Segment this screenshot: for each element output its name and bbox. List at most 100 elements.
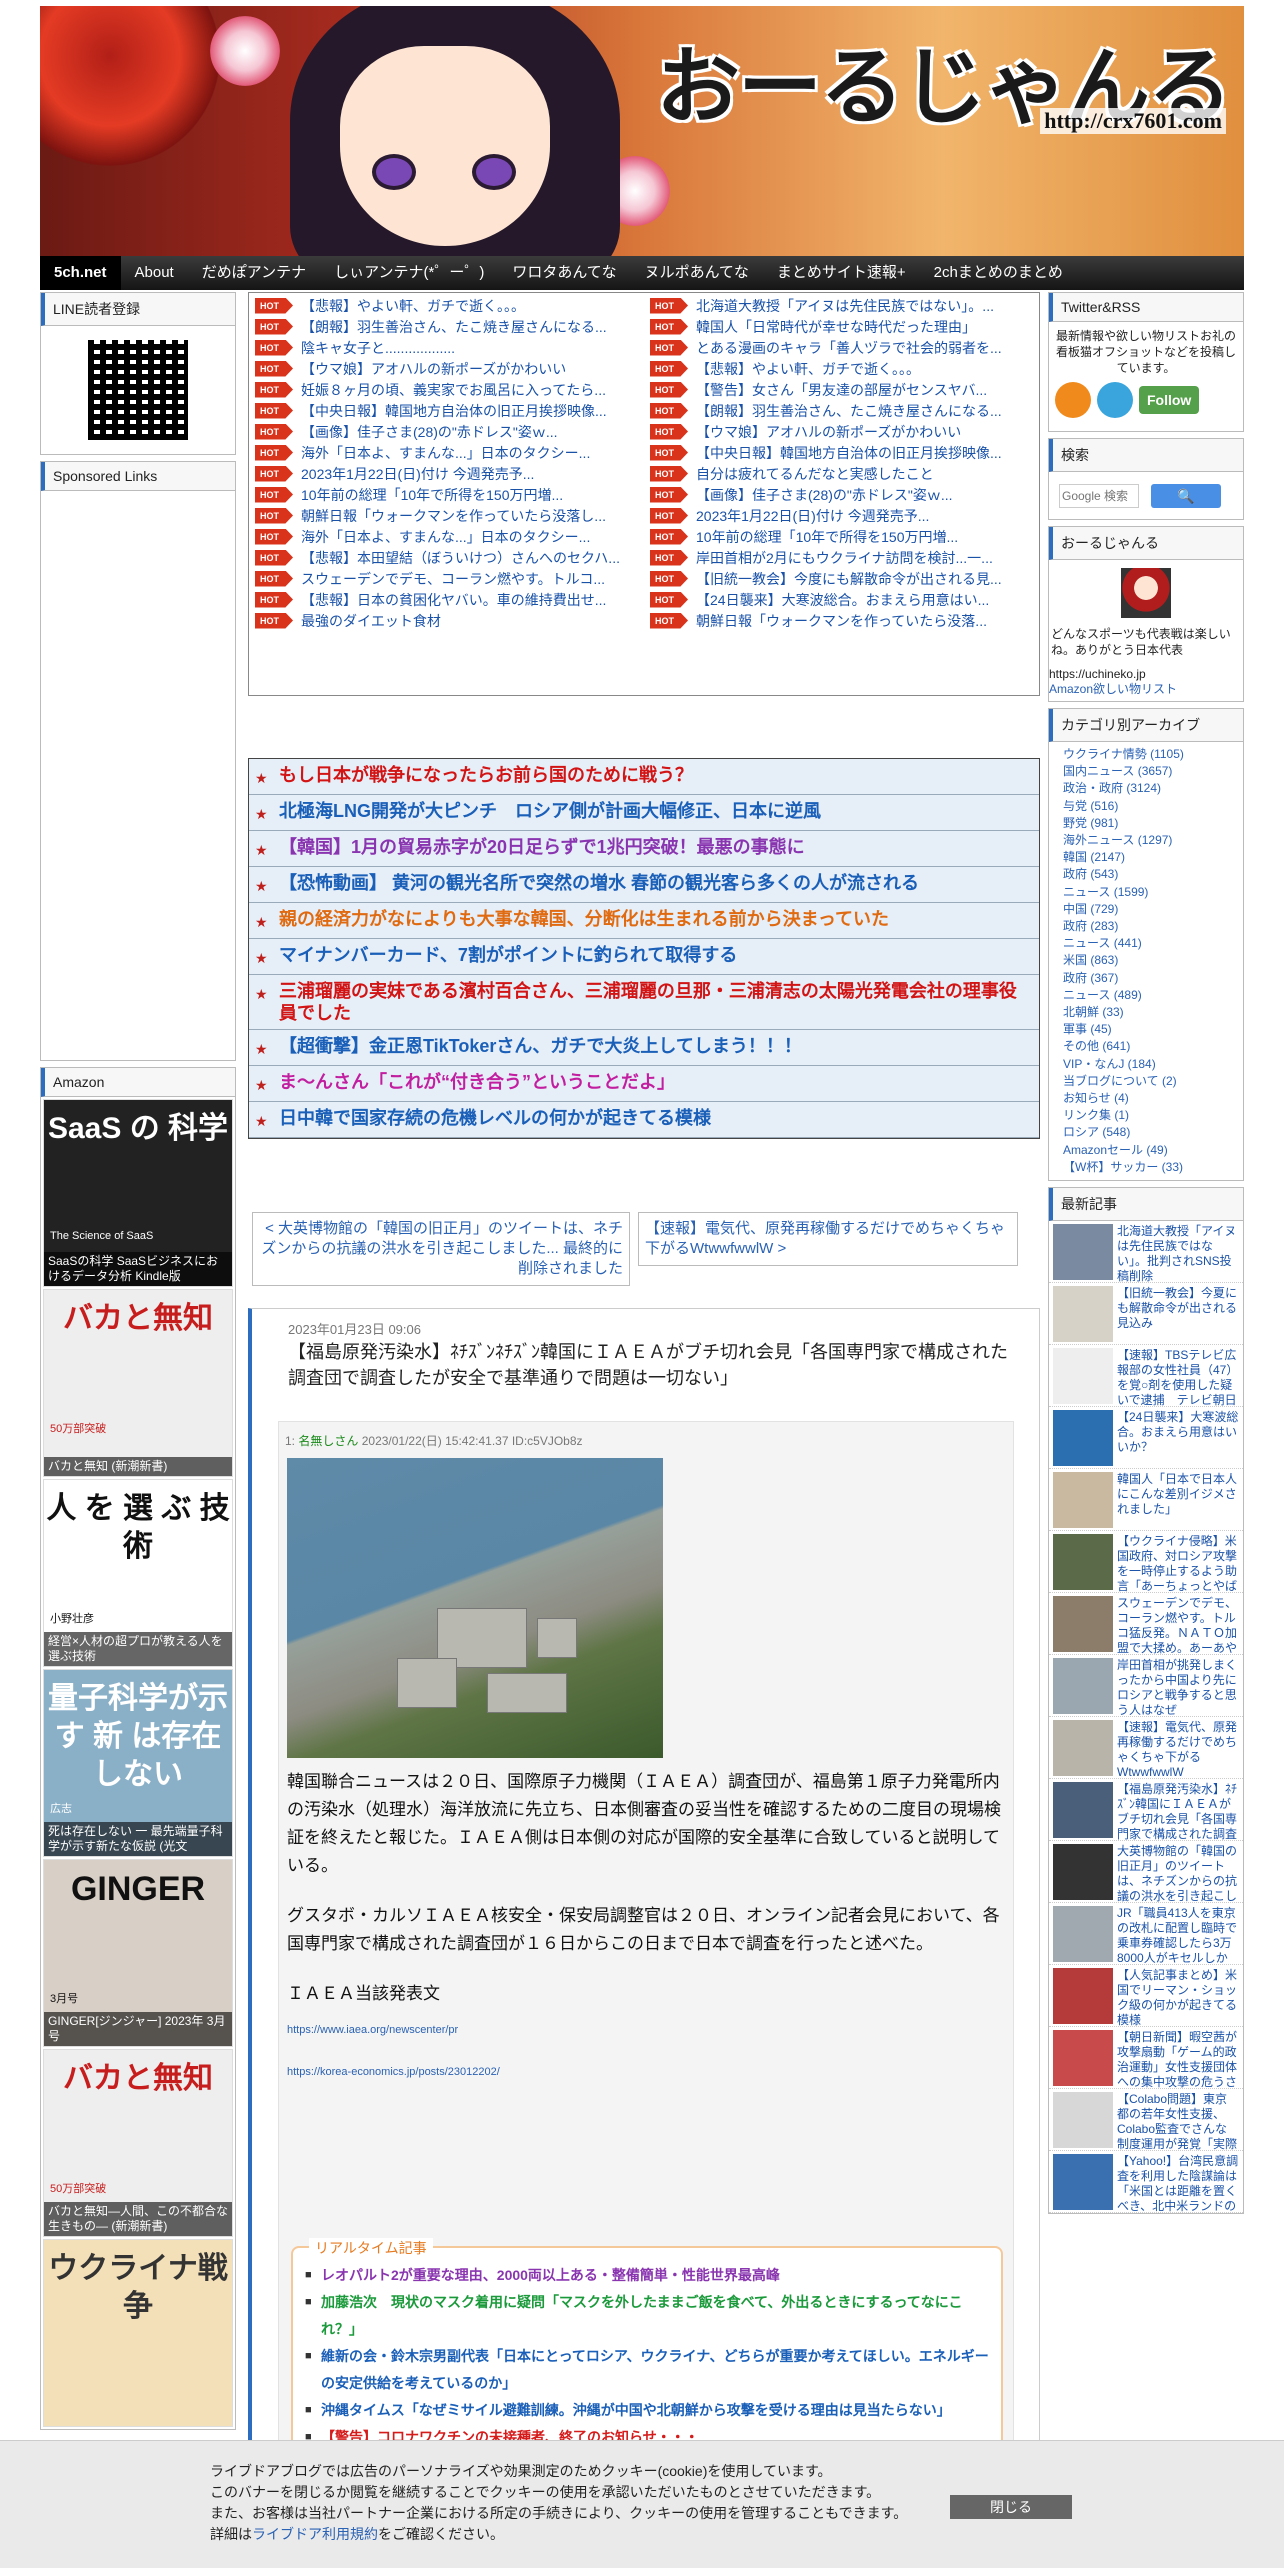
recent-link[interactable]: 【速報】電気代、原発再稼働するだけでめちゃくちゃ下がるWtwwfwwlW (1117, 1720, 1239, 1778)
recent-link[interactable]: 【24日襲来】大寒波総合。おまえら用意はいいか？ (1117, 1410, 1239, 1465)
category-link[interactable]: 北朝鮮 (33) (1063, 1004, 1229, 1021)
next-article-link[interactable]: 【速報】電気代、原発再稼働するだけでめちゃくちゃ下がるWtwwfwwlW > (638, 1212, 1018, 1266)
source-link[interactable]: https://korea-economics.jp/posts/2301220… (287, 2058, 1007, 2086)
nav-link[interactable]: ワロタあんてな (498, 256, 630, 290)
terms-link[interactable]: ライブドア利用規約 (252, 2526, 378, 2542)
category-link[interactable]: 政府 (367) (1063, 970, 1229, 987)
hot-link[interactable]: 岸田首相が2月にもウクライナ訪問を検討...一... (696, 548, 993, 568)
hot-link[interactable]: 【24日襲来】大寒波総合。おまえら用意はい... (696, 590, 989, 610)
follow-button[interactable]: Follow (1139, 386, 1200, 414)
hot-link[interactable]: 【ウマ娘】アオハルの新ポーズがかわいい (301, 359, 566, 379)
recent-link[interactable]: 大英博物館の「韓国の旧正月」のツイートは、ネチズンからの抗議の洪水を引き起こしま… (1117, 1844, 1239, 1902)
profile-link[interactable]: https://uchineko.jp (1049, 666, 1243, 682)
hot-link[interactable]: 【旧統一教会】今度にも解散命令が出される見... (696, 569, 1002, 589)
hot-link[interactable]: 【悲報】やよい軒、ガチで逝く。。。 (301, 296, 525, 316)
pickup-link[interactable]: 【恐怖動画】 黄河の観光名所で突然の増水 春節の観光客ら多くの人が流される (279, 872, 919, 894)
recent-item[interactable]: 【速報】TBSテレビ広報部の女性社員（47）を覚○剤を使用した疑いで逮捕 テレビ… (1049, 1345, 1243, 1408)
rss-icon[interactable] (1055, 382, 1091, 418)
amazon-book[interactable]: SaaS の 科学 The Science of SaaS SaaSの科学 SaaS… (43, 1099, 233, 1287)
recent-link[interactable]: 【Yahoo!】台湾民意調査を利用した陰謀論は「米国とは距離を置くべき、北中米ラ… (1117, 2154, 1239, 2212)
hot-link[interactable]: 【悲報】日本の貧困化ヤバい。車の維持費出せ... (301, 590, 606, 610)
recent-link[interactable]: 北海道大教授「アイヌは先住民族ではない」。批判されSNS投稿削除 (1117, 1224, 1239, 1282)
recent-item[interactable]: 【朝日新聞】暇空茜が攻撃扇動「ゲーム的政治運動」女性支援団体への集中攻撃の危うさ (1049, 2027, 1243, 2090)
hot-link[interactable]: 【悲報】本田望結（ぼういけつ）さんへのセクハ... (301, 548, 620, 568)
amazon-book[interactable]: バカと無知 50万部突破 バカと無知―人間、この不都合な生きもの― (新潮新書) (43, 2049, 233, 2237)
category-link[interactable]: 当ブログについて (2) (1063, 1073, 1229, 1090)
amazon-book[interactable]: 人 を 選 ぶ 技 術小野壮彦 経営×人材の超プロが教える人を選ぶ技術 (43, 1479, 233, 1667)
nav-link[interactable]: 5ch.net (40, 256, 121, 290)
close-button[interactable]: 閉じる (950, 2495, 1072, 2519)
hot-link[interactable]: 朝鮮日報「ウォークマンを作っていたら没落し... (301, 506, 606, 526)
category-link[interactable]: 米国 (863) (1063, 952, 1229, 969)
category-link[interactable]: 海外ニュース (1297) (1063, 832, 1229, 849)
category-link[interactable]: 【W杯】サッカー (33) (1063, 1159, 1229, 1176)
hot-link[interactable]: 陰キャ女子と.................. (301, 338, 455, 358)
category-link[interactable]: 国内ニュース (3657) (1063, 763, 1229, 780)
realtime-link[interactable]: 沖縄タイムス「なぜミサイル避難訓練。沖縄が中国や北朝鮮から攻撃を受ける理由は見当… (305, 2397, 991, 2424)
category-link[interactable]: その他 (641) (1063, 1038, 1229, 1055)
hot-link[interactable]: 【画像】佳子さま(28)の"赤ドレス"姿ｗ... (696, 485, 953, 505)
hot-link[interactable]: とある漫画のキャラ「善人ヅラで社会的弱者を... (696, 338, 1002, 358)
recent-item[interactable]: 大英博物館の「韓国の旧正月」のツイートは、ネチズンからの抗議の洪水を引き起こしま… (1049, 1841, 1243, 1904)
recent-link[interactable]: スウェーデンでデモ、コーラン燃やす。トルコ猛反発。ＮＡＴＯ加盟で大揉め。あーあや… (1117, 1596, 1239, 1654)
recent-link[interactable]: 【速報】TBSテレビ広報部の女性社員（47）を覚○剤を使用した疑いで逮捕 テレビ… (1117, 1348, 1239, 1406)
category-link[interactable]: 中国 (729) (1063, 901, 1229, 918)
hot-link[interactable]: 【ウマ娘】アオハルの新ポーズがかわいい (696, 422, 961, 442)
recent-link[interactable]: 【旧統一教会】今夏にも解散命令が出される見込み (1117, 1286, 1239, 1341)
hot-link[interactable]: 【朗報】羽生善治さん、たこ焼き屋さんになる... (696, 401, 1002, 421)
nav-link[interactable]: ヌルポあんてな (631, 256, 763, 290)
pickup-link[interactable]: マイナンバーカード、7割がポイントに釣られて取得する (279, 944, 737, 966)
hot-link[interactable]: スウェーデンでデモ、コーラン燃やす。トルコ... (301, 569, 605, 589)
wishlist-link[interactable]: Amazon欲しい物リスト (1049, 682, 1243, 696)
recent-item[interactable]: 【速報】電気代、原発再稼働するだけでめちゃくちゃ下がるWtwwfwwlW (1049, 1717, 1243, 1780)
category-link[interactable]: リンク集 (1) (1063, 1107, 1229, 1124)
recent-item[interactable]: 【24日襲来】大寒波総合。おまえら用意はいいか？ (1049, 1407, 1243, 1470)
pickup-link[interactable]: 三浦瑠麗の実妹である濱村百合さん、三浦瑠麗の旦那・三浦清志の太陽光発電会社の理事… (279, 980, 1033, 1024)
nav-link[interactable]: だめぽアンテナ (188, 256, 320, 290)
hot-link[interactable]: 自分は疲れてるんだなと実感したこと (696, 464, 934, 484)
recent-item[interactable]: 【Yahoo!】台湾民意調査を利用した陰謀論は「米国とは距離を置くべき、北中米ラ… (1049, 2151, 1243, 2214)
hot-link[interactable]: 【中央日報】韓国地方自治体の旧正月挨拶映像... (301, 401, 607, 421)
hot-link[interactable]: 北海道大教授「アイヌは先住民族ではない」。... (696, 296, 994, 316)
recent-link[interactable]: 【朝日新聞】暇空茜が攻撃扇動「ゲーム的政治運動」女性支援団体への集中攻撃の危うさ (1117, 2030, 1239, 2088)
realtime-link[interactable]: レオパルト2が重要な理由、2000両以上ある・整備簡単・性能世界最高峰 (305, 2262, 991, 2289)
recent-item[interactable]: 韓国人「日本で日本人にこんな差別イジメされました」 (1049, 1469, 1243, 1532)
recent-item[interactable]: 岸田首相が挑発しまくったから中国より先にロシアと戦争すると思う人はなぜ (1049, 1655, 1243, 1718)
recent-item[interactable]: 【ウクライナ侵略】米国政府、対ロシア攻撃を一時停止するよう助言「あーちょっとやば… (1049, 1531, 1243, 1594)
hot-link[interactable]: 【画像】佳子さま(28)の"赤ドレス"姿ｗ... (301, 422, 558, 442)
category-link[interactable]: 政府 (543) (1063, 866, 1229, 883)
category-link[interactable]: VIP・なんJ (184) (1063, 1056, 1229, 1073)
amazon-book[interactable]: GINGER 3月号 GINGER[ジンジャー] 2023年 3月号 (43, 1859, 233, 2047)
nav-link[interactable]: 2chまとめのまとめ (920, 256, 1077, 290)
category-link[interactable]: ニュース (1599) (1063, 884, 1229, 901)
recent-item[interactable]: 【旧統一教会】今夏にも解散命令が出される見込み (1049, 1283, 1243, 1346)
category-link[interactable]: Amazonセール (49) (1063, 1142, 1229, 1159)
recent-item[interactable]: 【人気記事まとめ】米国でリーマン・ショック級の何かが起きてる模様 (1049, 1965, 1243, 2028)
hot-link[interactable]: 【中央日報】韓国地方自治体の旧正月挨拶映像... (696, 443, 1002, 463)
hot-link[interactable]: 2023年1月22日(日)付け 今週発売予... (301, 464, 534, 484)
category-link[interactable]: 野党 (981) (1063, 815, 1229, 832)
pickup-link[interactable]: ま～んさん「これが“付き合う”ということだよ」 (279, 1071, 675, 1093)
category-link[interactable]: ニュース (441) (1063, 935, 1229, 952)
search-input[interactable] (1059, 484, 1139, 508)
hot-link[interactable]: 妊娠８ヶ月の頃、義実家でお風呂に入ってたら... (301, 380, 606, 400)
realtime-link[interactable]: 維新の会・鈴木宗男副代表「日本にとってロシア、ウクライナ、どちらが重要か考えてほ… (305, 2343, 991, 2397)
recent-link[interactable]: 【ウクライナ侵略】米国政府、対ロシア攻撃を一時停止するよう助言「あーちょっとやば… (1117, 1534, 1239, 1592)
search-icon[interactable]: 🔍 (1151, 484, 1221, 508)
pickup-link[interactable]: 日中韓で国家存続の危機レベルの何かが起きてる模様 (279, 1107, 711, 1129)
category-link[interactable]: 政治・政府 (3124) (1063, 780, 1229, 797)
hot-link[interactable]: 10年前の総理「10年で所得を150万円増... (696, 527, 958, 547)
source-link[interactable]: https://www.iaea.org/newscenter/pr (287, 2016, 1007, 2044)
pickup-link[interactable]: 【超衝撃】金正恩TikTokerさん、ガチで大炎上してしまう！！！ (279, 1035, 802, 1057)
nav-link[interactable]: しぃアンテナ(*゜ー゜) (320, 256, 498, 290)
recent-link[interactable]: JR「職員413人を東京の改札に配置し臨時で乗車券確認したら3万8000人がキセ… (1117, 1906, 1239, 1964)
recent-link[interactable]: 【人気記事まとめ】米国でリーマン・ショック級の何かが起きてる模様 (1117, 1968, 1239, 2026)
recent-link[interactable]: 韓国人「日本で日本人にこんな差別イジメされました」 (1117, 1472, 1239, 1527)
amazon-book[interactable]: ウクライナ戦争 (43, 2239, 233, 2427)
category-link[interactable]: お知らせ (4) (1063, 1090, 1229, 1107)
pickup-link[interactable]: 【韓国】1月の貿易赤字が20日足らずで1兆円突破！最悪の事態に (279, 836, 805, 858)
site-header[interactable]: おーるじゃんる http://crx7601.com (40, 6, 1244, 256)
qr-code-icon[interactable] (88, 340, 188, 440)
recent-link[interactable]: 【Colabo問題】東京都の若年女性支援、Colabo監査でさんな制度運用が発覚… (1117, 2092, 1239, 2150)
hot-link[interactable]: 【悲報】やよい軒、ガチで逝く。。。 (696, 359, 920, 379)
